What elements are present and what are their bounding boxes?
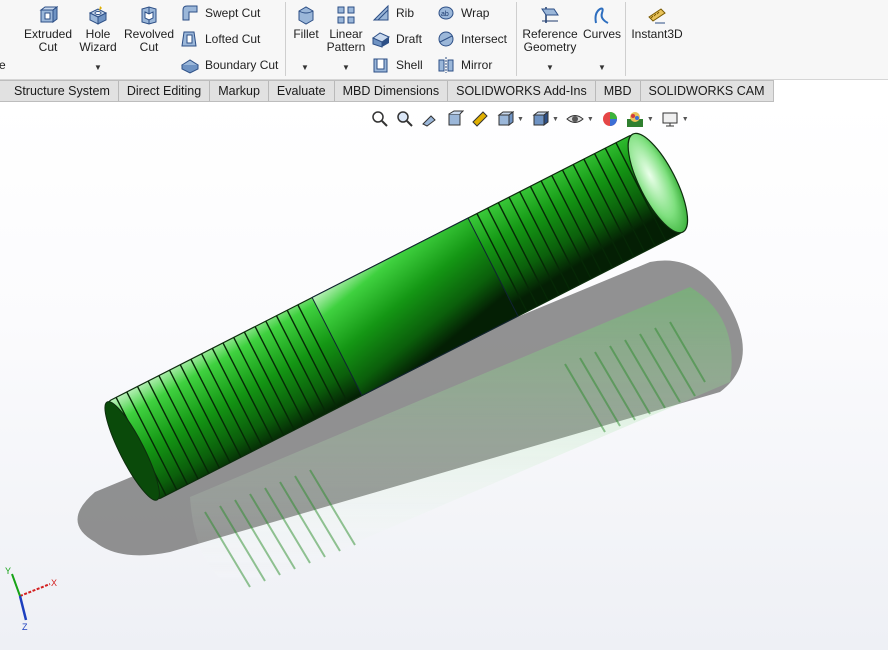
mirror-button[interactable]: Mirror [436, 54, 492, 76]
revolved-cut-label: Revolved Cut [123, 27, 175, 54]
apply-scene-icon[interactable] [624, 109, 646, 129]
fillet-dropdown-icon[interactable]: ▼ [301, 63, 309, 72]
instant3d-icon [646, 4, 668, 26]
view-settings-icon[interactable] [659, 109, 681, 129]
fillet-button[interactable]: Fillet [290, 4, 322, 41]
reference-geometry-dropdown-icon[interactable]: ▼ [546, 63, 554, 72]
swept-cut-button[interactable]: Swept Cut [180, 2, 260, 24]
fillet-label: Fillet [293, 27, 319, 41]
boundary-cut-icon [180, 55, 200, 75]
hide-show-dropdown-icon[interactable]: ▼ [587, 116, 594, 123]
threaded-rod-model[interactable] [0, 102, 888, 650]
ribbon-divider [516, 2, 517, 76]
tab-evaluate[interactable]: Evaluate [267, 81, 334, 101]
hide-show-items-icon[interactable] [564, 109, 586, 129]
wrap-button[interactable]: ab Wrap [436, 2, 489, 24]
hole-wizard-button[interactable]: Hole Wizard [78, 4, 118, 54]
draft-icon [371, 29, 391, 49]
dynamic-annotation-icon[interactable] [469, 109, 491, 129]
tab-mbd[interactable]: MBD [594, 81, 640, 101]
curves-label: Curves [582, 27, 621, 41]
ribbon-left-fragment: e [0, 58, 6, 72]
mirror-label: Mirror [461, 58, 493, 72]
curves-button[interactable]: Curves [582, 4, 622, 41]
x-axis-label: X [51, 578, 57, 588]
intersect-button[interactable]: Intersect [436, 28, 507, 50]
zoom-to-fit-icon[interactable] [369, 109, 391, 129]
svg-text:ab: ab [441, 11, 449, 18]
reference-geometry-button[interactable]: Reference Geometry [521, 4, 579, 54]
hole-wizard-icon [87, 4, 109, 26]
heads-up-view-toolbar: ▼ ▼ ▼ ▼ ▼ [369, 108, 694, 130]
y-axis-label: Y [5, 566, 11, 576]
tab-direct-editing[interactable]: Direct Editing [117, 81, 210, 101]
rib-icon [371, 3, 391, 23]
ribbon-divider [285, 2, 286, 76]
display-style-icon[interactable] [529, 109, 551, 129]
coordinate-triad: X Y Z [5, 566, 57, 632]
extruded-cut-label: Extruded Cut [23, 27, 73, 54]
intersect-icon [436, 29, 456, 49]
lofted-cut-label: Lofted Cut [205, 32, 261, 46]
graphics-area[interactable]: ▼ ▼ ▼ ▼ ▼ X Y Z [0, 102, 888, 650]
z-axis [18, 595, 28, 621]
fillet-icon [295, 4, 317, 26]
view-orientation-dropdown-icon[interactable]: ▼ [517, 116, 524, 123]
instant3d-label: Instant3D [631, 27, 683, 41]
intersect-label: Intersect [461, 32, 508, 46]
shell-label: Shell [396, 58, 423, 72]
boundary-cut-label: Boundary Cut [205, 58, 279, 72]
wrap-icon: ab [436, 3, 456, 23]
shell-icon [371, 55, 391, 75]
z-axis-label: Z [22, 622, 28, 632]
previous-view-icon[interactable] [419, 109, 441, 129]
rib-label: Rib [396, 6, 415, 20]
boundary-cut-button[interactable]: Boundary Cut [180, 54, 278, 76]
swept-cut-icon [180, 3, 200, 23]
linear-pattern-dropdown-icon[interactable]: ▼ [342, 63, 350, 72]
ribbon-divider [625, 2, 626, 76]
apply-scene-dropdown-icon[interactable]: ▼ [647, 116, 654, 123]
draft-label: Draft [396, 32, 423, 46]
view-orientation-icon[interactable] [494, 109, 516, 129]
command-tabs: Structure System Direct Editing Markup E… [0, 80, 774, 102]
tab-solidworks-add-ins[interactable]: SOLIDWORKS Add-Ins [447, 81, 595, 101]
curves-icon [591, 4, 613, 26]
draft-button[interactable]: Draft [371, 28, 422, 50]
extruded-cut-icon [37, 4, 59, 26]
tab-mbd-dimensions[interactable]: MBD Dimensions [333, 81, 448, 101]
tab-structure-system[interactable]: Structure System [0, 81, 118, 101]
lofted-cut-button[interactable]: Lofted Cut [180, 28, 260, 50]
x-axis [19, 583, 51, 597]
linear-pattern-button[interactable]: Linear Pattern [325, 4, 367, 54]
linear-pattern-label: Linear Pattern [326, 27, 366, 54]
revolved-cut-button[interactable]: Revolved Cut [124, 4, 174, 54]
lofted-cut-icon [180, 29, 200, 49]
shell-button[interactable]: Shell [371, 54, 423, 76]
section-view-icon[interactable] [444, 109, 466, 129]
command-manager-ribbon: e Extruded Cut Hole Wizard ▼ Revolved Cu… [0, 0, 888, 80]
command-tab-bar: Structure System Direct Editing Markup E… [0, 80, 888, 102]
view-settings-dropdown-icon[interactable]: ▼ [682, 116, 689, 123]
mirror-icon [436, 55, 456, 75]
reference-geometry-icon [539, 4, 561, 26]
swept-cut-label: Swept Cut [205, 6, 261, 20]
display-style-dropdown-icon[interactable]: ▼ [552, 116, 559, 123]
zoom-to-area-icon[interactable] [394, 109, 416, 129]
extruded-cut-button[interactable]: Extruded Cut [24, 4, 72, 54]
rib-button[interactable]: Rib [371, 2, 414, 24]
tab-markup[interactable]: Markup [209, 81, 268, 101]
instant3d-button[interactable]: Instant3D [630, 4, 684, 41]
curves-dropdown-icon[interactable]: ▼ [598, 63, 606, 72]
reference-geometry-label: Reference Geometry [522, 27, 578, 54]
wrap-label: Wrap [461, 6, 490, 20]
tab-solidworks-cam[interactable]: SOLIDWORKS CAM [639, 81, 773, 101]
edit-appearance-icon[interactable] [599, 109, 621, 129]
hole-wizard-label: Hole Wizard [79, 27, 117, 54]
y-axis [11, 573, 21, 597]
linear-pattern-icon [335, 4, 357, 26]
hole-wizard-dropdown-icon[interactable]: ▼ [94, 63, 102, 72]
revolved-cut-icon [138, 4, 160, 26]
